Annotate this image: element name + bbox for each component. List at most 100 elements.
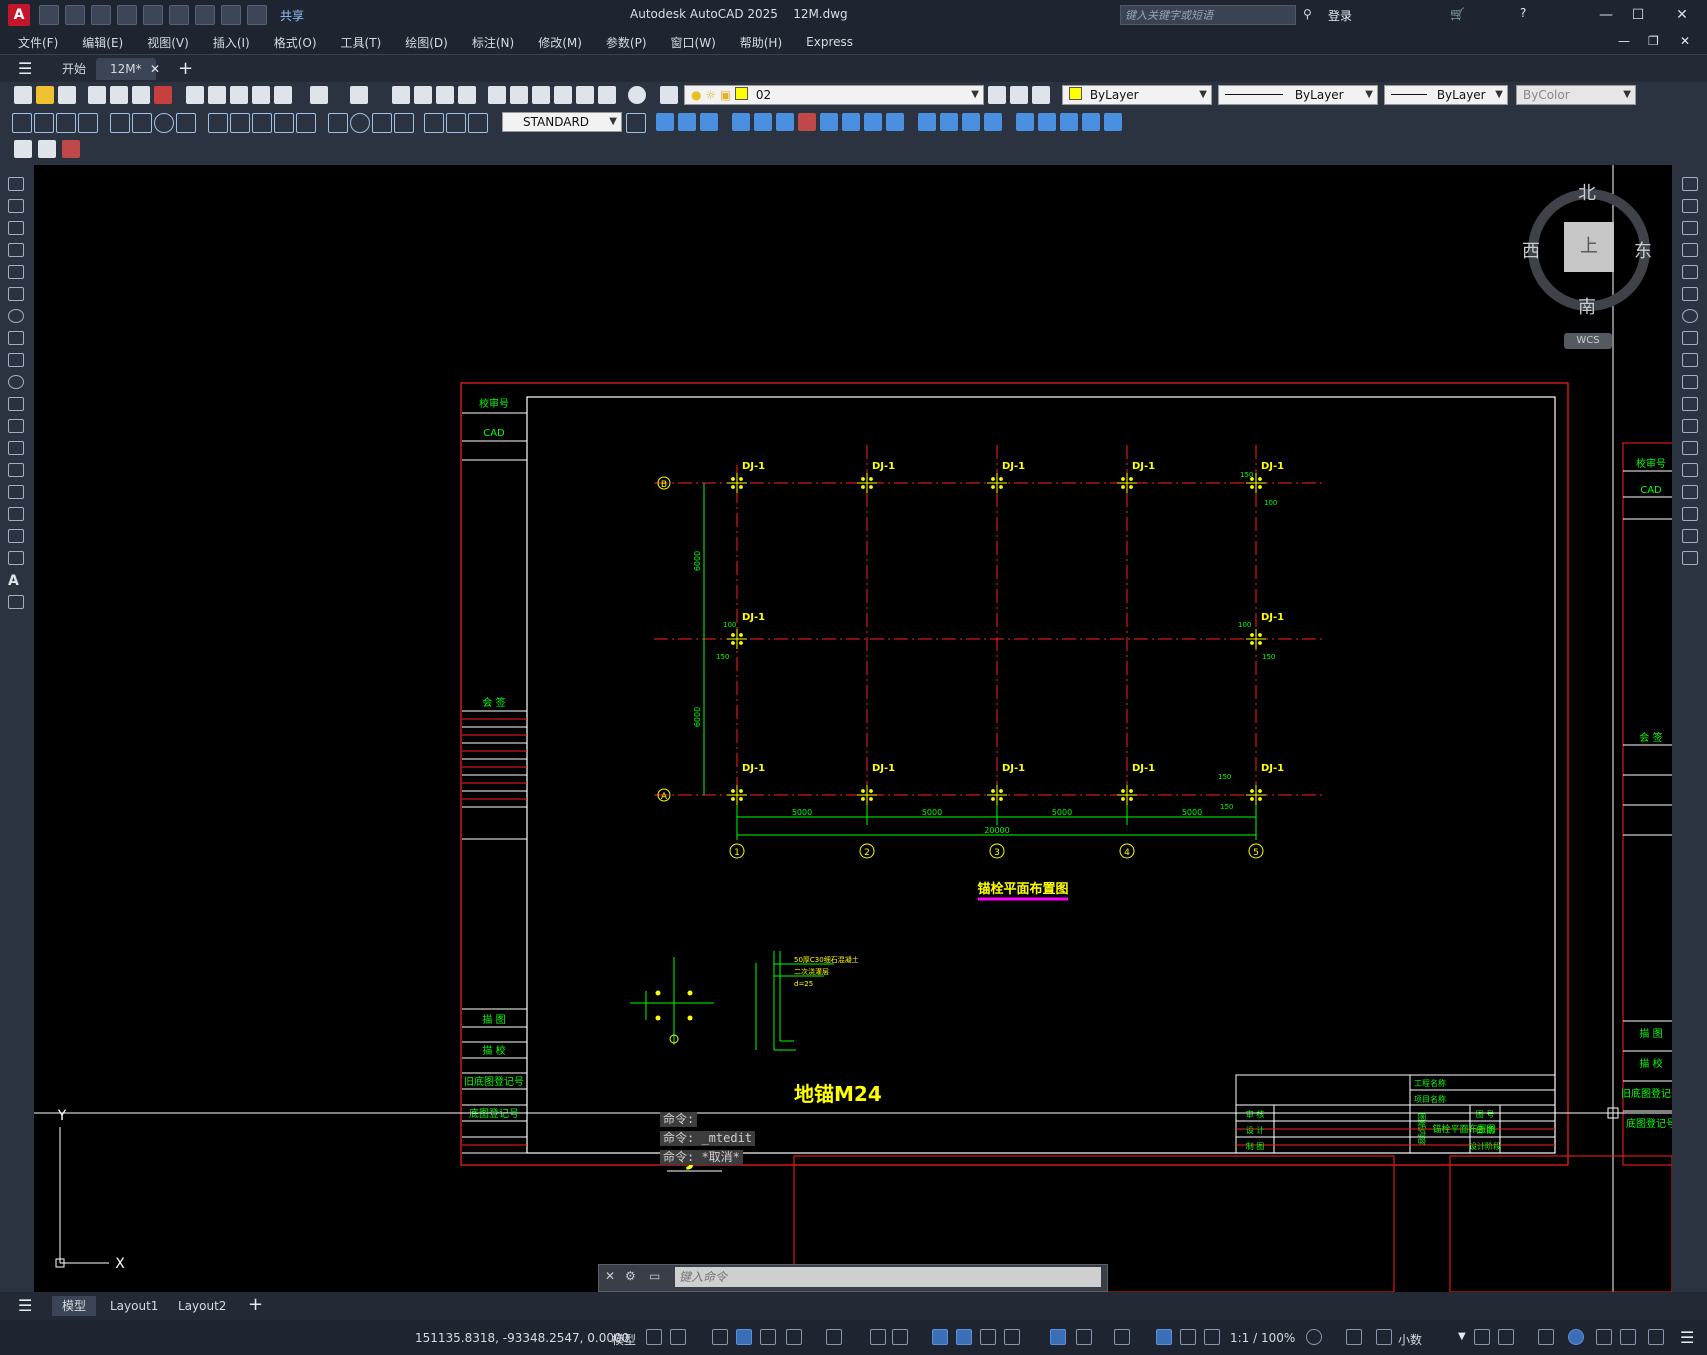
object-snap-icon[interactable] xyxy=(892,1329,908,1345)
lock-ui-icon[interactable] xyxy=(1498,1329,1514,1345)
extract-edges-icon[interactable] xyxy=(1038,113,1056,131)
isolate-objects-icon[interactable] xyxy=(1538,1329,1554,1345)
search-input[interactable]: 键入关键字或短语 xyxy=(1120,5,1296,25)
design-center-icon[interactable] xyxy=(510,86,528,104)
menu-draw[interactable]: 绘图(D) xyxy=(405,34,448,51)
plotstyle-dropdown[interactable]: ByColor ▼ xyxy=(1516,85,1636,105)
redo-icon[interactable] xyxy=(247,5,267,25)
offset-faces-icon[interactable] xyxy=(776,113,794,131)
tab-start[interactable]: 开始 xyxy=(48,58,100,80)
minimize-button[interactable]: — xyxy=(1590,4,1622,26)
copy-object-icon[interactable] xyxy=(1682,199,1698,213)
cart-icon[interactable]: 🛒 xyxy=(1450,7,1465,21)
menu-insert[interactable]: 插入(I) xyxy=(213,34,250,51)
blend-curves-icon[interactable] xyxy=(1682,529,1698,543)
move-icon[interactable] xyxy=(1682,287,1698,301)
center-mark-icon[interactable] xyxy=(350,113,370,133)
quick-dim-icon[interactable] xyxy=(208,113,228,133)
arc-icon[interactable] xyxy=(8,287,24,301)
new-tab-icon[interactable]: + xyxy=(178,58,193,79)
object-snap-tracking-icon[interactable] xyxy=(870,1329,886,1345)
dim-arc-icon[interactable] xyxy=(56,113,76,133)
rotate-faces-icon[interactable] xyxy=(820,113,838,131)
annotation-monitor-icon[interactable] xyxy=(1346,1329,1362,1345)
viewcube-top-face[interactable]: 上 xyxy=(1564,222,1614,272)
chamfer-icon[interactable] xyxy=(1682,485,1698,499)
stretch-icon[interactable] xyxy=(1682,353,1698,367)
dim-space-icon[interactable] xyxy=(274,113,294,133)
redo-icon-2[interactable] xyxy=(350,86,368,104)
new-icon[interactable] xyxy=(14,86,32,104)
mtext-icon[interactable]: A xyxy=(8,573,24,589)
layer-dropdown[interactable]: ● ☼ ▣ 02 ▼ xyxy=(684,85,984,105)
construction-line-icon[interactable] xyxy=(8,199,24,213)
viewcube-east[interactable]: 东 xyxy=(1634,237,1652,263)
move-faces-icon[interactable] xyxy=(754,113,772,131)
menu-hamburger-icon[interactable]: ☰ xyxy=(18,59,32,78)
tab-close-icon[interactable]: ✕ xyxy=(150,62,160,76)
block-editor-icon[interactable] xyxy=(274,86,292,104)
fullscreen-icon[interactable] xyxy=(1648,1329,1664,1345)
solid-subtract-icon[interactable] xyxy=(678,113,696,131)
solid-union-icon[interactable] xyxy=(656,113,674,131)
insert-block-icon[interactable] xyxy=(8,419,24,433)
add-selected-icon[interactable] xyxy=(8,595,24,609)
break-icon[interactable] xyxy=(1682,441,1698,455)
viewcube-south[interactable]: 南 xyxy=(1578,293,1596,319)
scale-icon[interactable] xyxy=(1682,331,1698,345)
help-icon-2[interactable] xyxy=(628,86,646,104)
plot-icon[interactable] xyxy=(195,5,215,25)
dim-continue-icon[interactable] xyxy=(252,113,272,133)
dim-edit-icon[interactable] xyxy=(424,113,444,133)
copy-faces-icon[interactable] xyxy=(864,113,882,131)
delete-faces-icon[interactable] xyxy=(798,113,816,131)
save-icon-2[interactable] xyxy=(58,86,76,104)
linetype-dropdown[interactable]: ByLayer ▼ xyxy=(1218,85,1378,105)
selection-cycling-icon[interactable] xyxy=(980,1329,996,1345)
print-icon[interactable] xyxy=(88,86,106,104)
array-icon[interactable] xyxy=(1682,265,1698,279)
dim-diameter-icon[interactable] xyxy=(154,113,174,133)
block-attribute-icon[interactable] xyxy=(38,140,56,158)
point-icon[interactable] xyxy=(8,463,24,477)
units-icon[interactable] xyxy=(1376,1329,1392,1345)
table-icon[interactable] xyxy=(8,551,24,565)
sheet-set-icon[interactable] xyxy=(554,86,572,104)
annotation-scale-value[interactable]: 1:1 / 100% xyxy=(1230,1331,1295,1345)
color-faces-icon[interactable] xyxy=(886,113,904,131)
jogged-linear-icon[interactable] xyxy=(394,113,414,133)
polygon-icon[interactable] xyxy=(8,243,24,257)
dim-angular-icon[interactable] xyxy=(176,113,196,133)
menu-window[interactable]: 窗口(W) xyxy=(671,34,716,51)
command-close-icon[interactable]: ✕ xyxy=(605,1269,615,1283)
save-as-icon[interactable] xyxy=(117,5,137,25)
command-customize-icon[interactable]: ⚙ xyxy=(625,1269,636,1283)
zoom-realtime-icon[interactable] xyxy=(414,86,432,104)
separate-icon[interactable] xyxy=(962,113,980,131)
imprint-icon[interactable] xyxy=(918,113,936,131)
publish-3d-icon[interactable] xyxy=(154,86,172,104)
polar-tracking-icon[interactable] xyxy=(786,1329,802,1345)
line-icon[interactable] xyxy=(8,177,24,191)
share-button[interactable]: 共享 xyxy=(280,7,304,24)
copy-edges-icon[interactable] xyxy=(1082,113,1100,131)
drawing-canvas[interactable]: 校审号 CAD 会 签 描 图 描 校 旧底图登记号 底图登记号 5000 50… xyxy=(34,165,1672,1292)
open-web-icon[interactable] xyxy=(143,5,163,25)
circle-icon[interactable] xyxy=(8,309,24,323)
menu-dimension[interactable]: 标注(N) xyxy=(472,34,514,51)
add-layout-icon[interactable]: + xyxy=(248,1294,263,1315)
menu-tools[interactable]: 工具(T) xyxy=(341,34,382,51)
login-button[interactable]: 登录 xyxy=(1328,7,1352,24)
extend-icon[interactable] xyxy=(1682,397,1698,411)
customization-menu-icon[interactable]: ☰ xyxy=(1680,1328,1694,1347)
gizmo-icon[interactable] xyxy=(1114,1329,1130,1345)
viewcube-north[interactable]: 北 xyxy=(1578,179,1596,205)
new-file-icon[interactable] xyxy=(39,5,59,25)
menu-edit[interactable]: 编辑(E) xyxy=(82,34,123,51)
maximize-button[interactable]: ☐ xyxy=(1622,4,1654,26)
properties-icon[interactable] xyxy=(488,86,506,104)
cut-icon[interactable] xyxy=(186,86,204,104)
infer-constraints-icon[interactable] xyxy=(712,1329,728,1345)
undo-icon[interactable] xyxy=(221,5,241,25)
pan-icon[interactable] xyxy=(392,86,410,104)
